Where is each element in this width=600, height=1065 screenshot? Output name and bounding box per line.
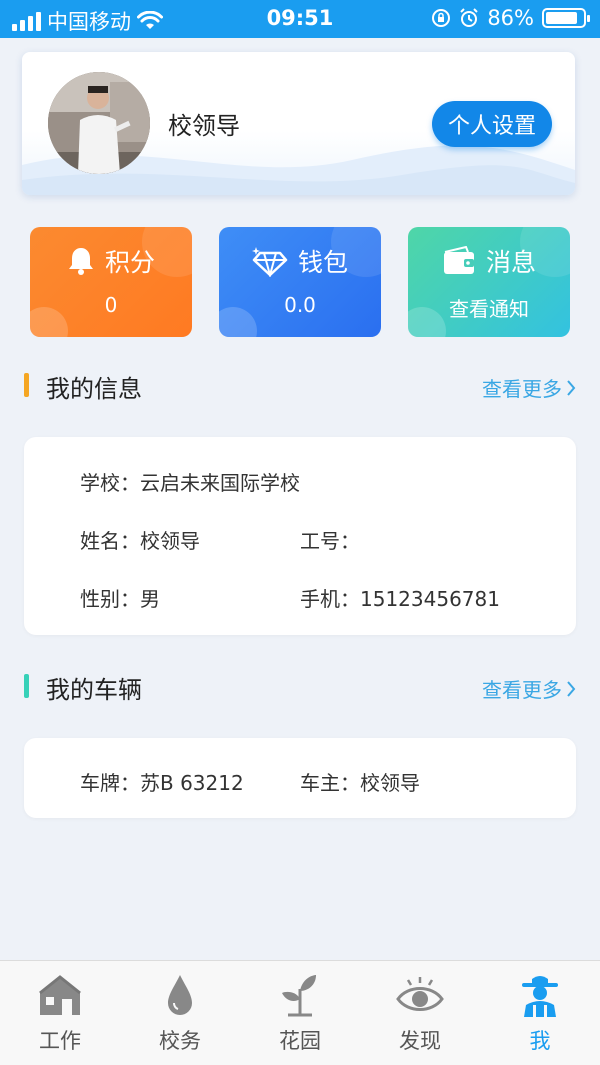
- wallet-value: 0.0: [284, 293, 316, 317]
- tab-affairs[interactable]: 校务: [120, 961, 240, 1065]
- tab-garden[interactable]: 花园: [240, 961, 360, 1065]
- points-value: 0: [104, 293, 118, 317]
- section-accent-bar: [24, 674, 29, 698]
- bottom-tab-bar: 工作 校务 花园 发现 我: [0, 960, 600, 1065]
- gender-label: 性别：: [80, 587, 140, 611]
- my-vehicle-more-link[interactable]: 查看更多: [482, 674, 576, 703]
- plate-label: 车牌：: [80, 771, 140, 795]
- section-accent-bar: [24, 373, 29, 397]
- my-vehicle-header: 我的车辆 查看更多: [24, 666, 576, 706]
- sprout-icon: [282, 975, 316, 1017]
- more-label: 查看更多: [482, 377, 562, 401]
- owner-label: 车主：: [300, 771, 360, 795]
- owner-field: 车主：校领导: [300, 767, 420, 796]
- battery-icon: [542, 8, 590, 28]
- profile-name: 校领导: [168, 112, 240, 140]
- personal-settings-button[interactable]: 个人设置: [432, 101, 552, 147]
- status-right: 86%: [431, 6, 590, 30]
- messages-tile[interactable]: 消息 查看通知: [408, 227, 570, 337]
- my-vehicle-card: 车牌：苏B 63212 车主：校领导: [24, 738, 576, 818]
- tab-discover-label: 发现: [399, 1029, 441, 1053]
- tab-me-label: 我: [529, 1029, 551, 1053]
- phone-field: 手机：15123456781: [300, 583, 500, 612]
- name-label: 姓名：: [80, 529, 140, 553]
- view-notifications-link[interactable]: 查看通知: [408, 293, 570, 322]
- battery-percent: 86%: [487, 6, 534, 30]
- farmer-icon: [522, 976, 558, 1017]
- battery-fill: [546, 12, 577, 24]
- eye-icon: [396, 977, 444, 1011]
- wallet-tile[interactable]: 钱包 0.0: [219, 227, 381, 337]
- job-number-label: 工号：: [300, 529, 360, 553]
- school-label: 学校：: [80, 471, 140, 495]
- bell-icon: [68, 248, 93, 275]
- messages-label: 消息: [485, 248, 536, 277]
- gender-field: 性别：男: [80, 583, 160, 612]
- house-icon: [39, 975, 81, 1015]
- tab-garden-label: 花园: [279, 1029, 321, 1053]
- more-label: 查看更多: [482, 678, 562, 702]
- rotation-lock-icon: [432, 9, 451, 27]
- chevron-right-icon: [567, 379, 576, 396]
- points-tile[interactable]: 积分 0: [30, 227, 192, 337]
- diamond-icon: [251, 247, 288, 277]
- gender-value: 男: [140, 587, 160, 611]
- alarm-icon: [460, 8, 479, 27]
- owner-value: 校领导: [360, 771, 420, 795]
- drop-icon: [168, 975, 192, 1015]
- my-info-header: 我的信息 查看更多: [24, 365, 576, 405]
- my-info-title: 我的信息: [46, 375, 142, 403]
- tab-work-label: 工作: [39, 1029, 81, 1053]
- phone-value: 15123456781: [360, 587, 500, 611]
- name-value: 校领导: [140, 529, 200, 553]
- school-value: 云启未来国际学校: [140, 471, 300, 495]
- phone-label: 手机：: [300, 587, 360, 611]
- name-field: 姓名：校领导: [80, 525, 200, 554]
- my-vehicle-title: 我的车辆: [46, 676, 142, 704]
- my-info-card: 学校：云启未来国际学校 姓名：校领导 工号： 性别：男 手机：151234567…: [24, 437, 576, 635]
- plate-value: 苏B 63212: [140, 771, 244, 795]
- plate-field: 车牌：苏B 63212: [80, 767, 244, 796]
- tab-discover[interactable]: 发现: [360, 961, 480, 1065]
- avatar[interactable]: [48, 72, 150, 174]
- tab-me[interactable]: 我: [480, 961, 600, 1065]
- tab-affairs-label: 校务: [159, 1029, 201, 1053]
- school-field: 学校：云启未来国际学校: [80, 467, 300, 496]
- job-number-field: 工号：: [300, 525, 360, 554]
- tab-work[interactable]: 工作: [0, 961, 120, 1065]
- wallet-icon: [443, 246, 474, 274]
- profile-card: 校领导 个人设置: [22, 52, 575, 195]
- status-bar: 中国移动 09:51 86%: [0, 0, 600, 38]
- my-info-more-link[interactable]: 查看更多: [482, 373, 576, 402]
- chevron-right-icon: [567, 680, 576, 697]
- wallet-label: 钱包: [297, 248, 348, 277]
- points-label: 积分: [104, 248, 155, 277]
